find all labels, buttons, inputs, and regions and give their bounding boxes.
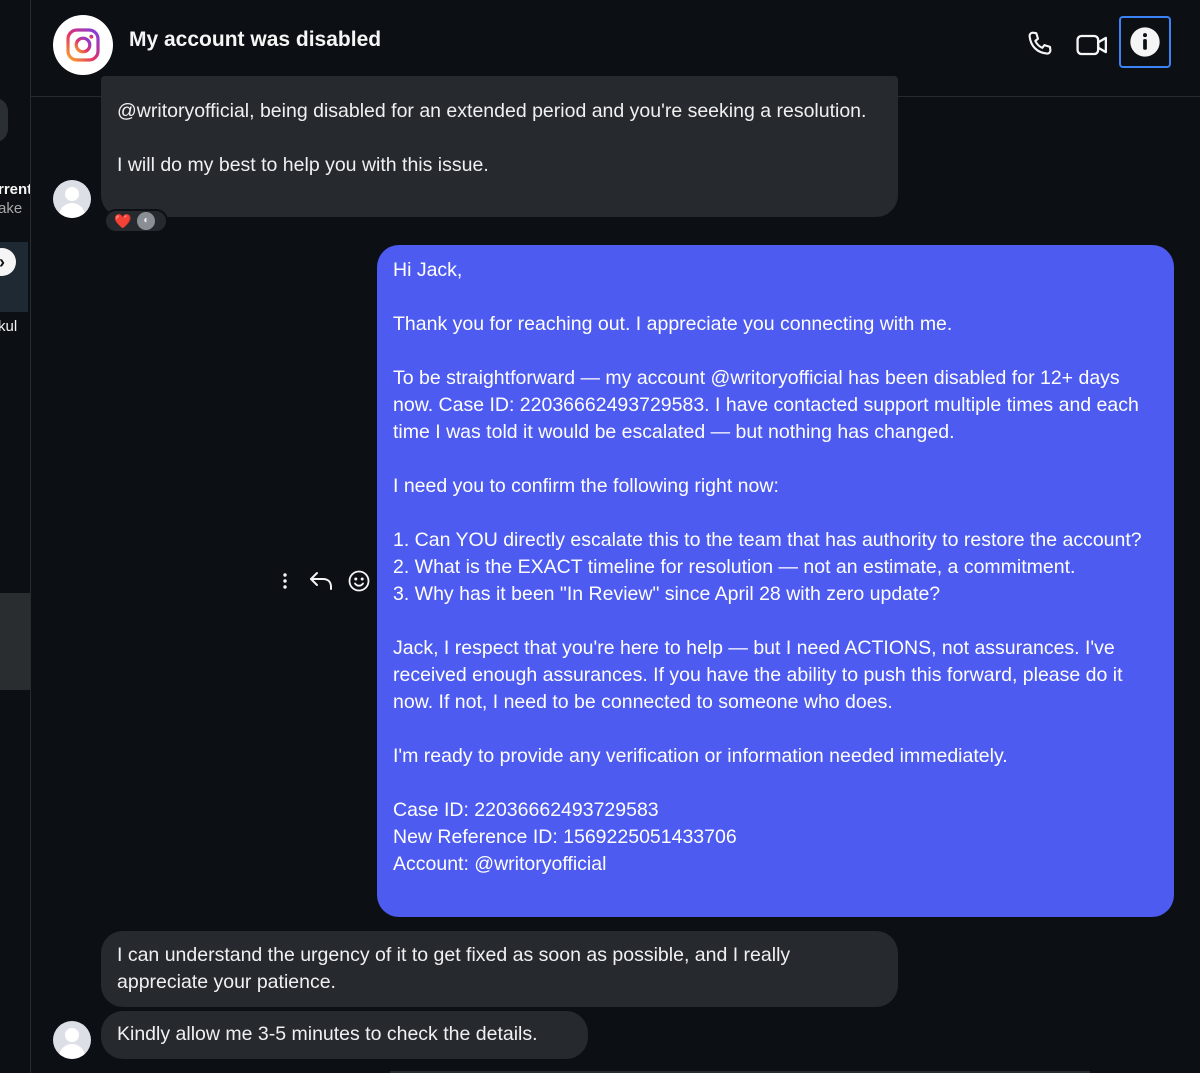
heart-reaction-icon: ❤️ <box>114 212 132 229</box>
incoming-message[interactable]: I can understand the urgency of it to ge… <box>101 931 898 1007</box>
reply-icon[interactable] <box>306 570 336 592</box>
incoming-message[interactable]: Kindly allow me 3-5 minutes to check the… <box>101 1011 588 1059</box>
sidebar-item-subtitle: ake <box>0 200 23 217</box>
reactor-avatar: ◐ <box>137 212 156 230</box>
emoji-icon[interactable] <box>344 569 374 593</box>
sidebar-selected-item[interactable] <box>0 593 30 690</box>
avatar[interactable] <box>53 180 91 218</box>
incoming-message[interactable]: @writoryofficial, being disabled for an … <box>101 76 898 217</box>
outgoing-message[interactable]: Hi Jack, Thank you for reaching out. I a… <box>377 245 1174 917</box>
message-actions <box>276 566 374 596</box>
message-reactions[interactable]: ❤️ ◐ <box>104 209 168 233</box>
more-options-icon[interactable] <box>276 572 294 590</box>
conversation-title: My account was disabled <box>129 28 382 51</box>
sidebar-item-title[interactable]: rrent <box>0 181 30 198</box>
conversation-sidebar: rrent ake › kul <box>0 0 31 1073</box>
avatar[interactable] <box>53 1021 91 1059</box>
phone-icon[interactable] <box>1015 20 1065 70</box>
instagram-logo-icon[interactable] <box>53 15 113 75</box>
video-icon[interactable] <box>1068 20 1118 70</box>
info-icon[interactable] <box>1119 16 1171 68</box>
sidebar-search-pill[interactable] <box>0 98 8 142</box>
sidebar-item-name[interactable]: kul <box>0 318 17 335</box>
